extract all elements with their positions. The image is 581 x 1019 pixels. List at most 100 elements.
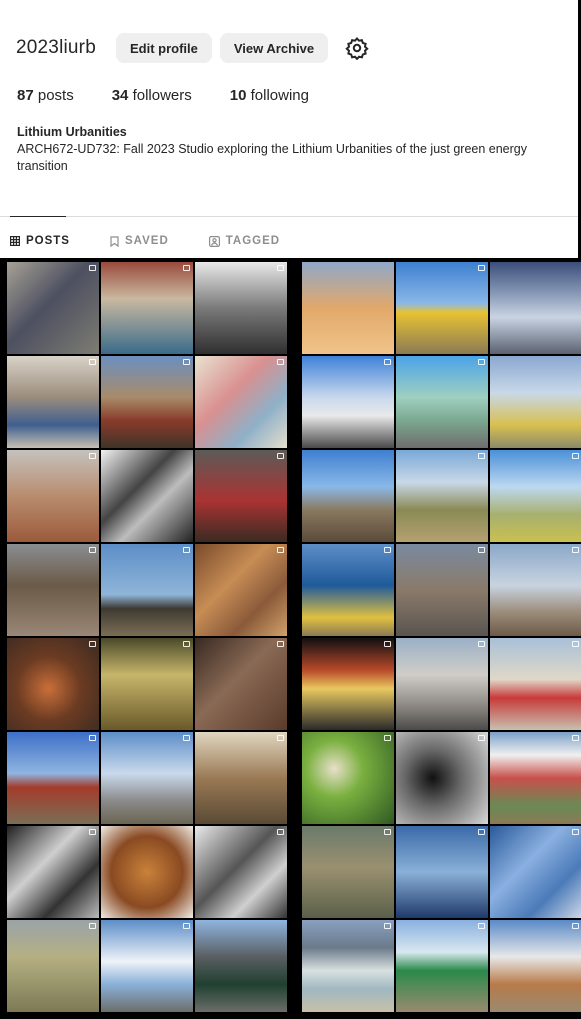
tag-icon — [208, 235, 220, 247]
post-thumbnail[interactable] — [302, 732, 394, 824]
carousel-icon — [89, 829, 96, 835]
carousel-icon — [384, 829, 391, 835]
view-archive-button[interactable]: View Archive — [219, 33, 329, 63]
post-thumbnail[interactable] — [101, 450, 193, 542]
post-thumbnail[interactable] — [396, 732, 488, 824]
post-thumbnail[interactable] — [302, 826, 394, 918]
post-thumbnail[interactable] — [490, 544, 581, 636]
carousel-icon — [478, 923, 485, 929]
gear-icon[interactable] — [344, 35, 370, 61]
post-thumbnail[interactable] — [101, 262, 193, 354]
post-thumbnail[interactable] — [195, 638, 287, 730]
carousel-icon — [89, 265, 96, 271]
post-thumbnail[interactable] — [302, 638, 394, 730]
post-thumbnail[interactable] — [302, 356, 394, 448]
post-thumbnail[interactable] — [195, 920, 287, 1012]
post-thumbnail[interactable] — [396, 544, 488, 636]
post-thumbnail[interactable] — [101, 356, 193, 448]
carousel-icon — [183, 265, 190, 271]
profile-top-row: 2023liurb Edit profile View Archive — [16, 33, 370, 63]
tab-saved-label: SAVED — [124, 235, 169, 247]
carousel-icon — [478, 453, 485, 459]
following-stat[interactable]: 10 following — [230, 87, 309, 104]
carousel-icon — [89, 641, 96, 647]
post-thumbnail[interactable] — [302, 544, 394, 636]
post-thumbnail[interactable] — [302, 920, 394, 1012]
post-thumbnail[interactable] — [302, 262, 394, 354]
carousel-icon — [572, 923, 579, 929]
carousel-icon — [183, 641, 190, 647]
post-thumbnail[interactable] — [490, 638, 581, 730]
active-tab-indicator — [10, 216, 66, 217]
tab-tagged[interactable]: TAGGED — [208, 235, 281, 247]
post-thumbnail[interactable] — [101, 638, 193, 730]
post-thumbnail[interactable] — [396, 356, 488, 448]
carousel-icon — [277, 265, 284, 271]
post-thumbnail[interactable] — [101, 732, 193, 824]
carousel-icon — [89, 735, 96, 741]
carousel-icon — [89, 359, 96, 365]
bio-text: ARCH672-UD732: Fall 2023 Studio explorin… — [17, 142, 528, 173]
post-thumbnail[interactable] — [101, 544, 193, 636]
post-thumbnail[interactable] — [7, 450, 99, 542]
post-thumbnail[interactable] — [7, 356, 99, 448]
post-thumbnail[interactable] — [7, 544, 99, 636]
post-thumbnail[interactable] — [396, 450, 488, 542]
profile-username: 2023liurb — [16, 37, 96, 58]
post-thumbnail[interactable] — [396, 262, 488, 354]
post-thumbnail[interactable] — [7, 262, 99, 354]
post-thumbnail[interactable] — [490, 732, 581, 824]
carousel-icon — [89, 923, 96, 929]
tab-saved[interactable]: SAVED — [110, 235, 169, 247]
post-thumbnail[interactable] — [101, 826, 193, 918]
carousel-icon — [572, 547, 579, 553]
carousel-icon — [384, 359, 391, 365]
carousel-icon — [277, 547, 284, 553]
carousel-icon — [478, 735, 485, 741]
carousel-icon — [183, 923, 190, 929]
post-thumbnail[interactable] — [490, 826, 581, 918]
tab-posts-label: POSTS — [26, 235, 70, 247]
carousel-icon — [478, 547, 485, 553]
followers-stat[interactable]: 34 followers — [112, 87, 192, 104]
post-thumbnail[interactable] — [490, 920, 581, 1012]
post-thumbnail[interactable] — [195, 262, 287, 354]
post-thumbnail[interactable] — [195, 544, 287, 636]
profile-stats: 87 posts 34 followers 10 following — [17, 87, 347, 104]
carousel-icon — [384, 735, 391, 741]
posts-count: 87 — [17, 87, 34, 104]
post-thumbnail[interactable] — [7, 638, 99, 730]
post-thumbnail[interactable] — [490, 356, 581, 448]
post-thumbnail[interactable] — [302, 450, 394, 542]
tab-posts[interactable]: POSTS — [10, 235, 70, 247]
post-thumbnail[interactable] — [7, 826, 99, 918]
carousel-icon — [384, 923, 391, 929]
post-thumbnail[interactable] — [396, 920, 488, 1012]
carousel-icon — [478, 359, 485, 365]
tabs-divider — [0, 216, 578, 217]
post-thumbnail[interactable] — [195, 450, 287, 542]
carousel-icon — [478, 829, 485, 835]
carousel-icon — [89, 453, 96, 459]
edit-profile-button[interactable]: Edit profile — [115, 33, 212, 63]
posts-stat: 87 posts — [17, 87, 74, 104]
post-thumbnail[interactable] — [490, 262, 581, 354]
post-thumbnail[interactable] — [396, 638, 488, 730]
carousel-icon — [277, 359, 284, 365]
tab-tagged-label: TAGGED — [225, 235, 281, 247]
post-thumbnail[interactable] — [490, 450, 581, 542]
carousel-icon — [572, 735, 579, 741]
carousel-icon — [384, 641, 391, 647]
bio-name: Lithium Urbanities — [17, 125, 127, 139]
post-thumbnail[interactable] — [396, 826, 488, 918]
carousel-icon — [277, 641, 284, 647]
post-thumbnail[interactable] — [7, 732, 99, 824]
carousel-icon — [89, 547, 96, 553]
post-thumbnail[interactable] — [195, 732, 287, 824]
post-thumbnail[interactable] — [7, 920, 99, 1012]
following-label: following — [250, 87, 309, 104]
carousel-icon — [277, 735, 284, 741]
post-thumbnail[interactable] — [101, 920, 193, 1012]
post-thumbnail[interactable] — [195, 356, 287, 448]
post-thumbnail[interactable] — [195, 826, 287, 918]
